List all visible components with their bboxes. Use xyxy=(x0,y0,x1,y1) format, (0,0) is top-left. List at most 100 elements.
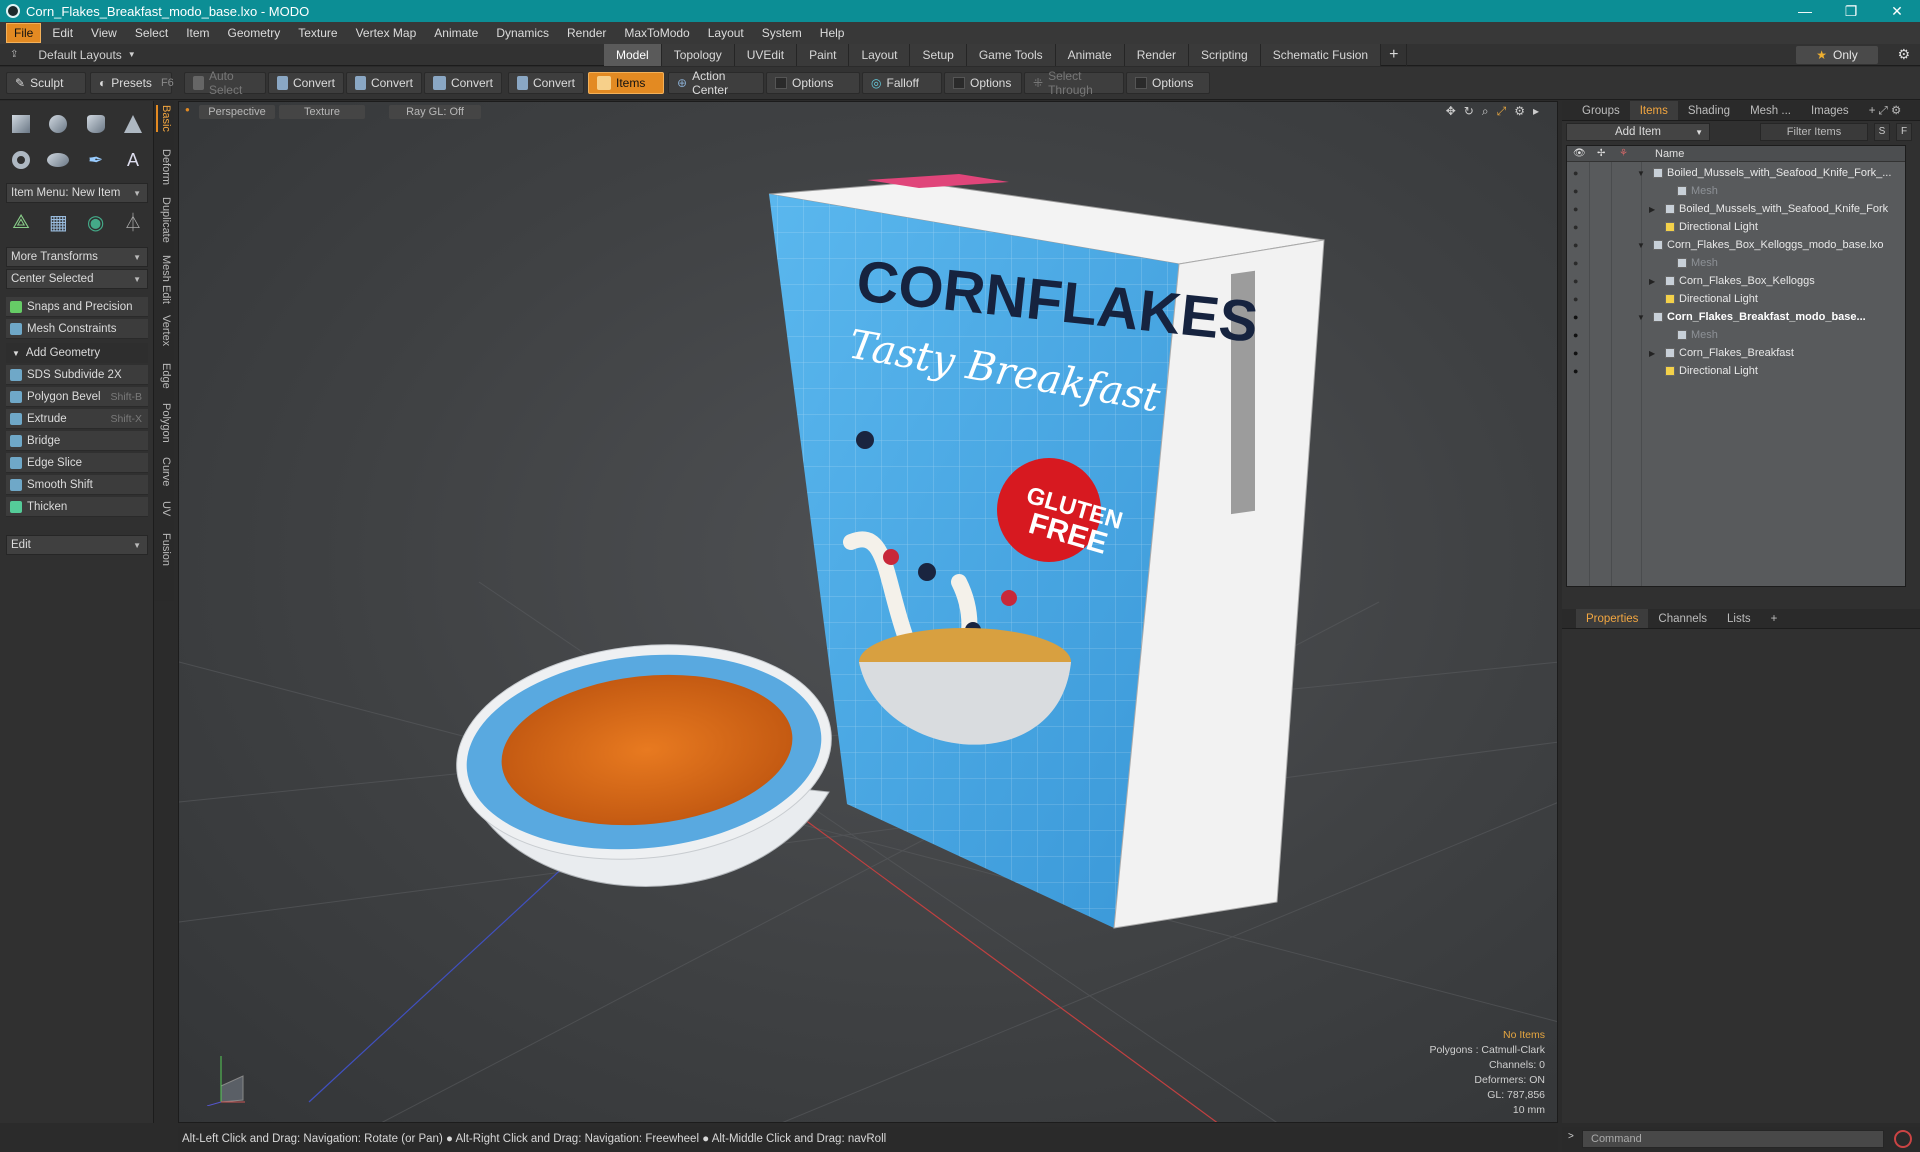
tab-scripting[interactable]: Scripting xyxy=(1189,44,1261,66)
chevron-down-icon[interactable]: ▼ xyxy=(1637,241,1645,250)
tree-row[interactable]: ● ▶ Corn_Flakes_Box_Kelloggs xyxy=(1567,272,1907,290)
menu-select[interactable]: Select xyxy=(128,24,175,42)
chevron-down-icon[interactable]: ▼ xyxy=(1637,313,1645,322)
tab-paint[interactable]: Paint xyxy=(797,44,850,66)
sidetab-mesh-edit[interactable]: Mesh Edit xyxy=(156,255,172,304)
menu-animate[interactable]: Animate xyxy=(427,24,485,42)
add-item-button[interactable]: Add Item ▼ xyxy=(1566,123,1710,141)
transform-gizmo-icon[interactable]: ⟁ xyxy=(6,207,36,237)
visibility-eye-icon[interactable]: ● xyxy=(1573,240,1583,250)
close-button[interactable]: ✕ xyxy=(1874,0,1920,22)
tree-row[interactable]: ● Mesh xyxy=(1567,326,1907,344)
tree-row[interactable]: ● Mesh xyxy=(1567,182,1907,200)
filter-items-input[interactable]: Filter Items xyxy=(1760,123,1868,141)
sphere-icon[interactable] xyxy=(43,109,73,139)
cone-icon[interactable] xyxy=(118,109,148,139)
sidetab-duplicate[interactable]: Duplicate xyxy=(156,197,172,243)
tree-row[interactable]: ● Directional Light xyxy=(1567,218,1907,236)
visibility-eye-icon[interactable]: ● xyxy=(1573,294,1583,304)
sidetab-edge[interactable]: Edge xyxy=(156,363,172,389)
tab-topology[interactable]: Topology xyxy=(661,44,735,66)
tree-row[interactable]: ● ▼ Corn_Flakes_Box_Kelloggs_modo_base.lxo xyxy=(1567,236,1907,254)
panel-options-icons[interactable]: + ⤢ ⚙ xyxy=(1859,101,1912,120)
mesh-constraints-button[interactable]: Mesh Constraints xyxy=(6,319,148,339)
convert-button-3[interactable]: Convert xyxy=(424,72,502,94)
tree-row[interactable]: ● Directional Light xyxy=(1567,362,1907,380)
visibility-eye-icon[interactable]: ● xyxy=(1573,276,1583,286)
sidetab-deform[interactable]: Deform xyxy=(156,149,172,185)
command-input[interactable]: Command xyxy=(1582,1130,1884,1148)
action-center-button[interactable]: ⊕ Action Center xyxy=(668,69,764,97)
tool-extrude[interactable]: Extrude Shift-X xyxy=(6,409,148,429)
globe-icon[interactable]: ◉ xyxy=(81,207,111,237)
menu-vertex-map[interactable]: Vertex Map xyxy=(349,24,424,42)
torus-icon[interactable] xyxy=(6,145,36,175)
tab-schematic-fusion[interactable]: Schematic Fusion xyxy=(1260,44,1382,66)
tool-thicken[interactable]: Thicken xyxy=(6,497,148,517)
tab-uvedit[interactable]: UVEdit xyxy=(734,44,798,66)
command-execute-icon[interactable] xyxy=(1894,1130,1912,1148)
cylinder-icon[interactable] xyxy=(81,109,111,139)
grid-icon[interactable]: ▦ xyxy=(43,207,73,237)
tab-mesh[interactable]: Mesh ... xyxy=(1740,101,1801,120)
maximize-button[interactable]: ❐ xyxy=(1828,0,1874,22)
chevron-down-icon[interactable]: ▼ xyxy=(1637,169,1645,178)
tab-images[interactable]: Images xyxy=(1801,101,1859,120)
tab-render[interactable]: Render xyxy=(1124,44,1190,66)
scale-icon[interactable]: ⏃ xyxy=(118,207,148,237)
menu-layout[interactable]: Layout xyxy=(701,24,751,42)
falloff-options-button[interactable]: Options xyxy=(944,72,1022,94)
select-through-options-button[interactable]: Options xyxy=(1126,72,1210,94)
default-layouts-dropdown[interactable]: ⇪ Default Layouts ▼ xyxy=(10,48,136,62)
tab-lists[interactable]: Lists xyxy=(1717,609,1761,628)
tool-sds-subdivide[interactable]: SDS Subdivide 2X xyxy=(6,365,148,385)
menu-edit[interactable]: Edit xyxy=(45,24,80,42)
sidetab-fusion[interactable]: Fusion xyxy=(156,533,172,566)
capsule-icon[interactable] xyxy=(43,145,73,175)
center-selected-dropdown[interactable]: Center Selected ▼ xyxy=(6,269,148,289)
add-geometry-section[interactable]: ▼ Add Geometry xyxy=(6,343,148,363)
menu-render[interactable]: Render xyxy=(560,24,613,42)
menu-texture[interactable]: Texture xyxy=(291,24,344,42)
chevron-right-icon[interactable]: ▶ xyxy=(1649,277,1655,286)
auto-select-button[interactable]: Auto Select xyxy=(184,69,266,97)
sidetab-vertex[interactable]: Vertex xyxy=(156,315,172,346)
menu-system[interactable]: System xyxy=(755,24,809,42)
3d-viewport[interactable]: ● Perspective Texture Ray GL: Off ✥ ↻ ⌕ … xyxy=(178,101,1558,1123)
filter-s-button[interactable]: S xyxy=(1874,123,1890,141)
menu-maxtomodo[interactable]: MaxToModo xyxy=(617,24,696,42)
text-icon[interactable]: A xyxy=(118,145,148,175)
menu-dynamics[interactable]: Dynamics xyxy=(489,24,556,42)
add-tab-button[interactable]: + xyxy=(1381,44,1408,66)
visibility-eye-icon[interactable]: ● xyxy=(1573,330,1583,340)
tab-groups[interactable]: Groups xyxy=(1562,101,1630,120)
items-mode-button[interactable]: Items xyxy=(588,72,664,94)
menu-geometry[interactable]: Geometry xyxy=(221,24,288,42)
visibility-eye-icon[interactable]: ● xyxy=(1573,168,1583,178)
visibility-eye-icon[interactable]: ● xyxy=(1573,312,1583,322)
tree-row[interactable]: ● ▶ Boiled_Mussels_with_Seafood_Knife_Fork xyxy=(1567,200,1907,218)
presets-button[interactable]: ◐ Presets F6 xyxy=(90,72,174,94)
action-center-options-button[interactable]: Options xyxy=(766,72,860,94)
menu-item[interactable]: Item xyxy=(179,24,216,42)
filter-f-button[interactable]: F xyxy=(1896,123,1912,141)
more-transforms-dropdown[interactable]: More Transforms ▼ xyxy=(6,247,148,267)
tab-shading[interactable]: Shading xyxy=(1678,101,1740,120)
tool-bridge[interactable]: Bridge xyxy=(6,431,148,451)
select-through-button[interactable]: ⁜ Select Through xyxy=(1024,69,1124,97)
tree-row[interactable]: ● ▼ Corn_Flakes_Breakfast_modo_base... xyxy=(1567,308,1907,326)
menu-help[interactable]: Help xyxy=(813,24,852,42)
tool-smooth-shift[interactable]: Smooth Shift xyxy=(6,475,148,495)
minimize-button[interactable]: — xyxy=(1782,0,1828,22)
menu-file[interactable]: File xyxy=(6,23,42,43)
tree-row[interactable]: ● ▼ Boiled_Mussels_with_Seafood_Knife_Fork… xyxy=(1567,164,1907,182)
command-expand-icon[interactable]: > xyxy=(1568,1131,1574,1142)
tab-channels[interactable]: Channels xyxy=(1648,609,1717,628)
tool-edge-slice[interactable]: Edge Slice xyxy=(6,453,148,473)
visibility-eye-icon[interactable]: ● xyxy=(1573,366,1583,376)
gear-icon[interactable]: ⚙ xyxy=(1897,46,1910,63)
tab-setup[interactable]: Setup xyxy=(910,44,967,66)
visibility-eye-icon[interactable]: ● xyxy=(1573,222,1583,232)
visibility-eye-icon[interactable]: ● xyxy=(1573,186,1583,196)
item-menu-dropdown[interactable]: Item Menu: New Item ▼ xyxy=(6,183,148,203)
